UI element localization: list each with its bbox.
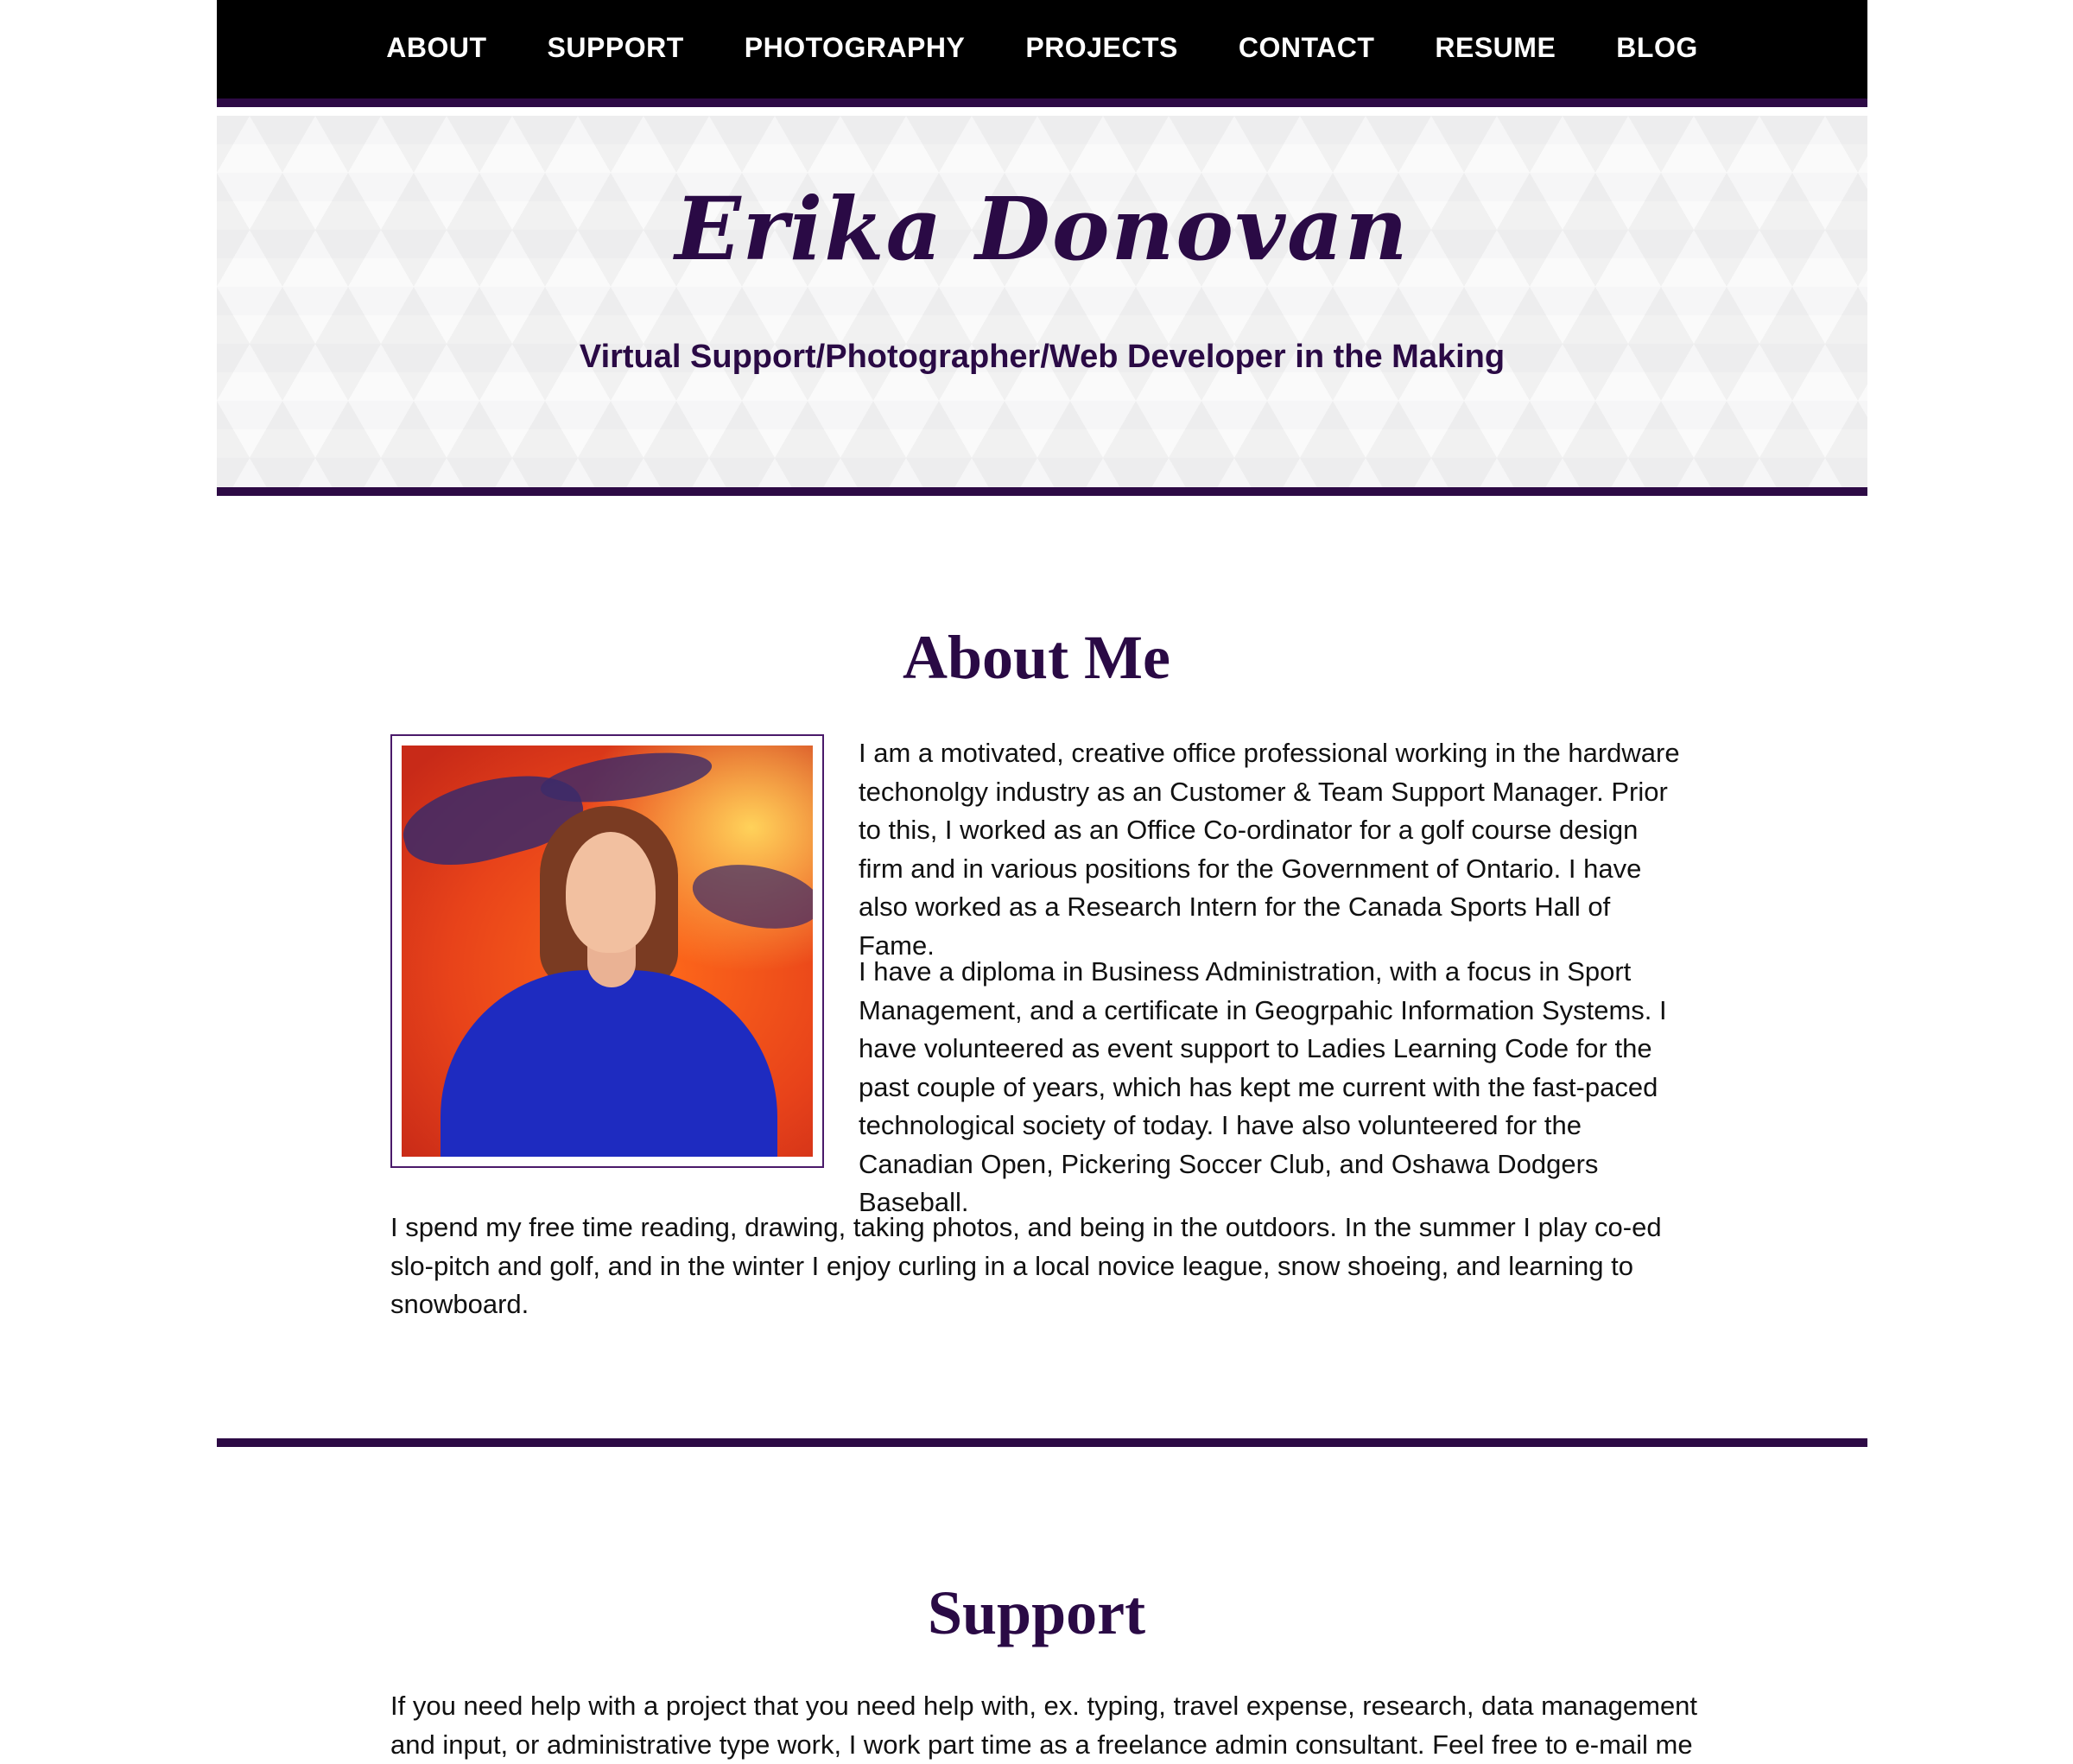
- nav-item-support[interactable]: SUPPORT: [517, 32, 714, 64]
- hero-banner: Erika Donovan Virtual Support/Photograph…: [217, 116, 1867, 496]
- profile-photo: [402, 746, 813, 1157]
- nav-item-projects[interactable]: PROJECTS: [995, 32, 1208, 64]
- nav-item-resume[interactable]: RESUME: [1404, 32, 1586, 64]
- nav-item-about[interactable]: ABOUT: [356, 32, 517, 64]
- nav-item-blog[interactable]: BLOG: [1586, 32, 1728, 64]
- top-navigation: ABOUT SUPPORT PHOTOGRAPHY PROJECTS CONTA…: [217, 0, 1867, 107]
- about-paragraph-2: I have a diploma in Business Administrat…: [859, 956, 1667, 1217]
- nav-item-contact[interactable]: CONTACT: [1208, 32, 1405, 64]
- support-section-title: Support: [927, 1578, 1146, 1647]
- profile-photo-frame: [390, 734, 824, 1168]
- site-title: Erika Donovan: [675, 178, 1410, 280]
- support-paragraph: If you need help with a project that you…: [390, 1691, 1698, 1760]
- about-section-title: About Me: [903, 623, 1170, 692]
- section-divider: [217, 1438, 1867, 1447]
- about-paragraph-1: I am a motivated, creative office profes…: [859, 738, 1680, 961]
- nav-list: ABOUT SUPPORT PHOTOGRAPHY PROJECTS CONTA…: [356, 32, 1728, 64]
- about-paragraph-3: I spend my free time reading, drawing, t…: [390, 1212, 1662, 1319]
- nav-item-photography[interactable]: PHOTOGRAPHY: [714, 32, 996, 64]
- site-tagline: Virtual Support/Photographer/Web Develop…: [579, 339, 1506, 375]
- page: ABOUT SUPPORT PHOTOGRAPHY PROJECTS CONTA…: [0, 0, 2073, 1761]
